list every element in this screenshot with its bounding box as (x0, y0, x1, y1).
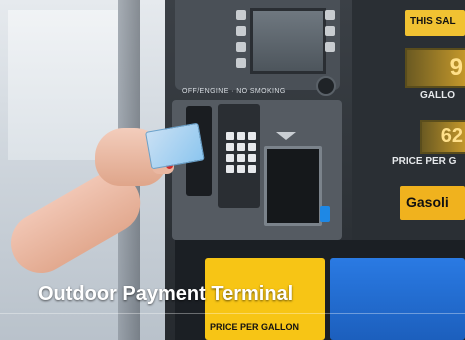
side-button (236, 42, 246, 52)
price-digit-display-top: 9 (405, 48, 465, 88)
price-digit-display-mid: 62 (420, 120, 465, 154)
side-button (236, 10, 246, 20)
keypad-key (226, 143, 234, 151)
side-button (325, 26, 335, 36)
price-digits-top: 9 (449, 54, 463, 81)
price-digits-mid: 62 (440, 125, 463, 147)
caption-divider (0, 313, 465, 314)
lower-price-label: PRICE PER GALLON (210, 322, 300, 332)
screen-side-buttons-right (325, 10, 335, 80)
photo-caption: Outdoor Payment Terminal (38, 283, 294, 305)
pump-display-screen (250, 8, 326, 74)
keypad-key (226, 132, 234, 140)
screen-side-buttons-left (236, 10, 246, 80)
keypad-key (248, 143, 256, 151)
keypad-key (237, 143, 245, 151)
keypad-key (237, 154, 245, 162)
sale-sign-text: THIS SAL (410, 16, 456, 27)
keypad-key (237, 132, 245, 140)
keypad-key (226, 154, 234, 162)
side-button (325, 42, 335, 52)
receipt-slot (264, 146, 322, 226)
fuel-grade-label: Gasoli (406, 194, 449, 210)
gallons-label: GALLO (420, 90, 455, 101)
fuel-grade-sign: Gasoli (400, 186, 465, 220)
blue-price-panel (330, 258, 465, 340)
payment-terminal-photo: OFF/ENGINE · NO SMOKING THIS SAL 9 GALLO… (0, 0, 465, 340)
keypad-key (248, 154, 256, 162)
side-button (236, 58, 246, 68)
keypad-key (248, 165, 256, 173)
price-per-gallon-label: PRICE PER G (392, 156, 457, 167)
keypad-key (226, 165, 234, 173)
blue-indicator (320, 206, 330, 222)
receipt-arrow-icon (276, 132, 296, 140)
keypad-key (248, 132, 256, 140)
keypad-keys (226, 132, 256, 173)
side-button (236, 26, 246, 36)
side-button (325, 10, 335, 20)
pump-warning-text: OFF/ENGINE · NO SMOKING (182, 88, 286, 95)
keypad-key (237, 165, 245, 173)
